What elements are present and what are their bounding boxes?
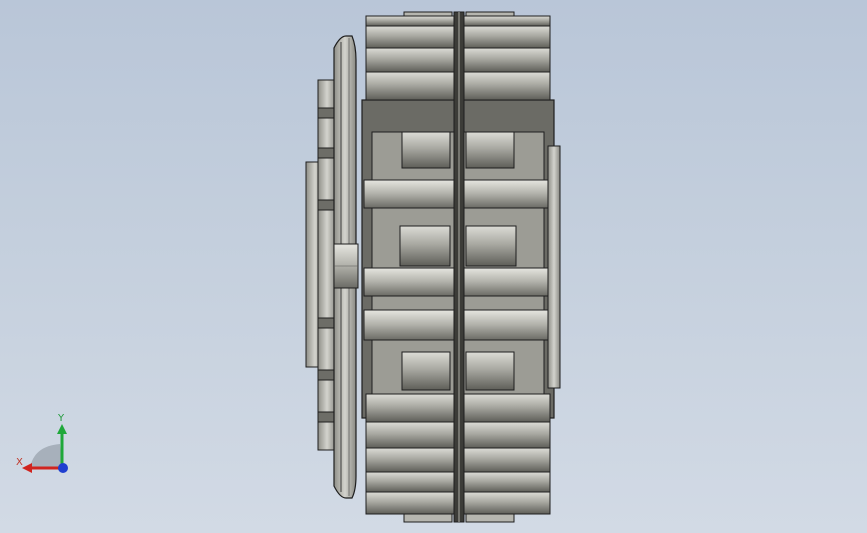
model-view[interactable] <box>0 0 867 533</box>
coordinate-triad <box>22 424 68 473</box>
graphics-viewport[interactable]: X Y <box>0 0 867 533</box>
triad-plane <box>30 444 62 468</box>
x-axis-label: X <box>16 457 23 468</box>
z-axis-dot <box>58 463 68 473</box>
y-axis-arrow <box>57 424 67 434</box>
center-split <box>453 11 465 523</box>
x-axis-arrow <box>22 463 32 473</box>
y-axis-label: Y <box>58 413 65 424</box>
left-hub <box>305 35 359 499</box>
